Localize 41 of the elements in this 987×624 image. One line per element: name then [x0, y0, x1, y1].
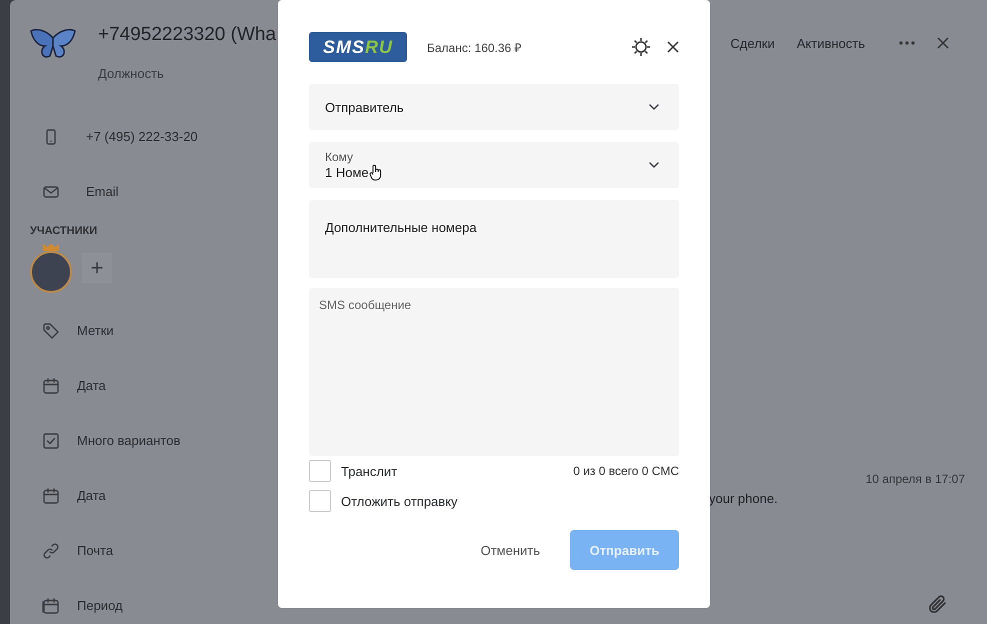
extra-numbers-field[interactable]: Дополнительные номера: [309, 200, 679, 278]
checkbox[interactable]: [309, 460, 331, 482]
participants-heading: УЧАСТНИКИ: [30, 225, 98, 237]
field-label[interactable]: Период: [77, 598, 123, 613]
option-label[interactable]: Транслит: [341, 464, 564, 478]
sender-dropdown[interactable]: Отправитель: [309, 84, 679, 130]
position-label: Должность: [98, 66, 165, 81]
calendar-icon: [42, 376, 60, 394]
field-label[interactable]: Почта: [77, 543, 114, 558]
cancel-button[interactable]: Отменить: [480, 542, 540, 558]
sms-counter: 0 из 0 всего 0 СМС: [573, 464, 679, 478]
balance-label: Баланс: 160.36 ₽: [427, 40, 523, 56]
tab[interactable]: Сделки: [730, 36, 775, 50]
more-icon[interactable]: [899, 41, 915, 45]
sms-message-field[interactable]: SMS сообщение: [309, 288, 679, 456]
email-field[interactable]: Email: [86, 184, 119, 199]
link-icon: [42, 542, 60, 560]
crown-icon: [42, 243, 60, 251]
logo: SMSRU: [309, 32, 407, 62]
settings-button[interactable]: [631, 37, 651, 57]
message-text: your phone.: [709, 491, 779, 506]
close-icon[interactable]: [937, 37, 949, 49]
field-label[interactable]: Много вариантов: [77, 433, 180, 448]
add-participant-button[interactable]: +: [82, 253, 112, 283]
option-label[interactable]: Отложить отправку: [341, 494, 679, 508]
checkbox[interactable]: [309, 490, 331, 512]
recipient-dropdown[interactable]: Кому 1 Номе: [309, 142, 679, 188]
tab[interactable]: Активность: [796, 36, 865, 50]
field-label[interactable]: Дата: [77, 488, 106, 503]
field-label[interactable]: Метки: [77, 323, 114, 338]
contact-title: +74952223320 (Wha: [98, 24, 276, 46]
message-time: 10 апреля в 17:07: [866, 472, 965, 486]
tag-icon: [42, 322, 60, 340]
calendar-icon: [42, 486, 60, 504]
avatar[interactable]: [30, 251, 72, 293]
close-button[interactable]: [667, 41, 679, 53]
hand-cursor-icon: [368, 164, 383, 180]
field-label[interactable]: Дата: [77, 378, 106, 393]
phone-number[interactable]: +7 (495) 222-33-20: [86, 129, 198, 144]
checkbox-icon: [42, 432, 60, 450]
calendar-range-icon: [42, 596, 60, 614]
